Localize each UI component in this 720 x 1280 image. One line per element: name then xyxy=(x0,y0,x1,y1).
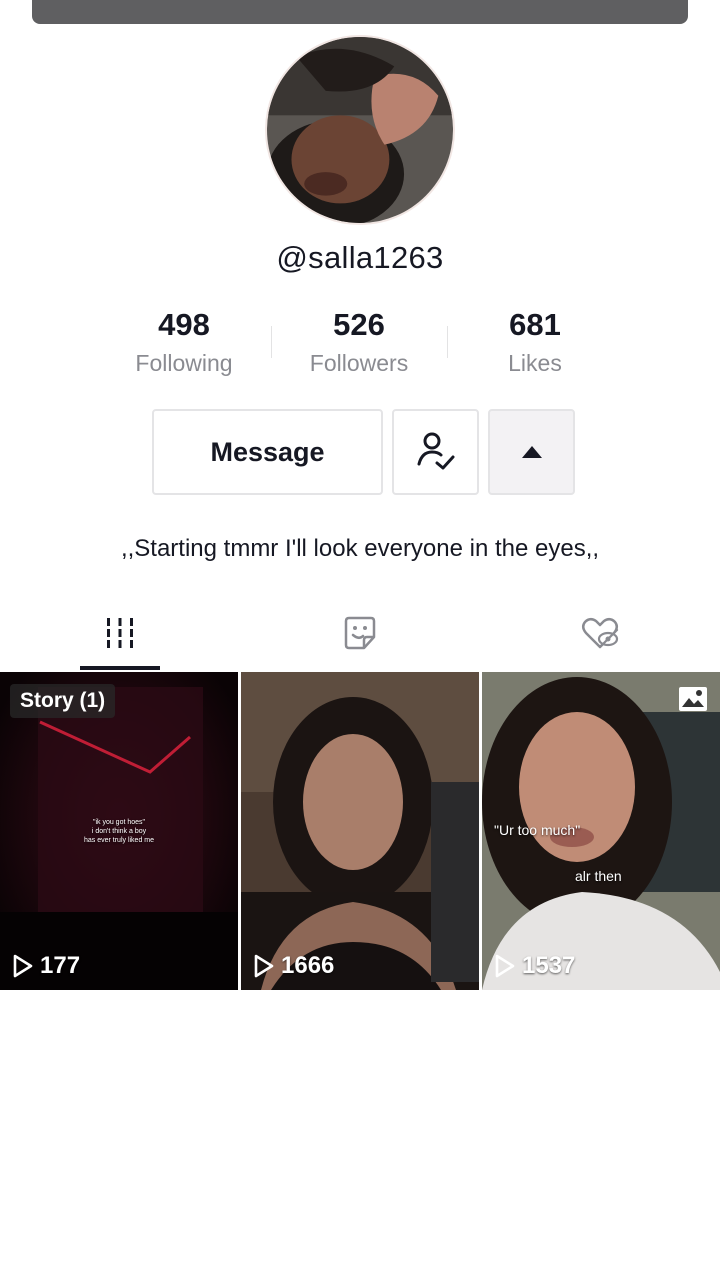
grid-icon xyxy=(107,617,133,648)
avatar[interactable] xyxy=(265,35,455,225)
sticker-icon xyxy=(344,616,376,649)
play-icon xyxy=(495,954,515,978)
view-count: 1666 xyxy=(253,952,334,980)
stat-followers[interactable]: 526 Followers xyxy=(274,304,444,377)
video-thumbnail[interactable]: Story (1) "ik you got hoes" i don't thin… xyxy=(0,672,238,990)
tab-selected-indicator xyxy=(80,666,160,670)
video-thumbnail[interactable]: 1666 xyxy=(241,672,479,990)
likes-label: Likes xyxy=(508,350,562,376)
story-badge: Story (1) xyxy=(10,684,116,718)
stat-divider xyxy=(271,326,272,358)
stat-divider xyxy=(447,326,448,358)
message-button[interactable]: Message xyxy=(152,409,383,495)
caret-up-icon xyxy=(521,446,542,458)
following-count: 498 xyxy=(158,307,210,342)
video-thumbnail-image xyxy=(241,672,479,990)
view-count: 1537 xyxy=(494,952,575,980)
user-check-icon xyxy=(417,432,454,470)
username: @salla1263 xyxy=(276,240,444,275)
likes-count: 681 xyxy=(509,307,561,342)
play-icon xyxy=(254,954,274,978)
video-thumbnail[interactable]: "Ur too much" alr then 1537 xyxy=(482,672,720,990)
top-status-bar xyxy=(32,0,688,24)
stat-following[interactable]: 498 Following xyxy=(99,304,269,377)
following-status-button[interactable] xyxy=(392,409,479,495)
more-suggestions-button[interactable] xyxy=(488,409,575,495)
followers-label: Followers xyxy=(309,350,409,376)
liked-hidden-icon xyxy=(582,617,619,648)
followers-count: 526 xyxy=(333,307,385,342)
bio-text: ,,Starting tmmr I'll look everyone in th… xyxy=(120,535,600,562)
stat-likes[interactable]: 681 Likes xyxy=(450,304,620,377)
tab-favorites[interactable] xyxy=(240,595,480,670)
video-caption-top: "Ur too much" xyxy=(494,822,581,838)
following-label: Following xyxy=(135,350,233,376)
tab-liked[interactable] xyxy=(480,595,720,670)
tab-videos[interactable] xyxy=(0,595,240,670)
video-caption-bottom: alr then xyxy=(575,868,622,884)
photo-icon xyxy=(679,687,707,711)
view-count: 177 xyxy=(12,952,80,980)
video-caption: "ik you got hoes" i don't think a boy ha… xyxy=(83,819,155,844)
play-icon xyxy=(13,954,33,978)
avatar-photo xyxy=(267,37,453,223)
